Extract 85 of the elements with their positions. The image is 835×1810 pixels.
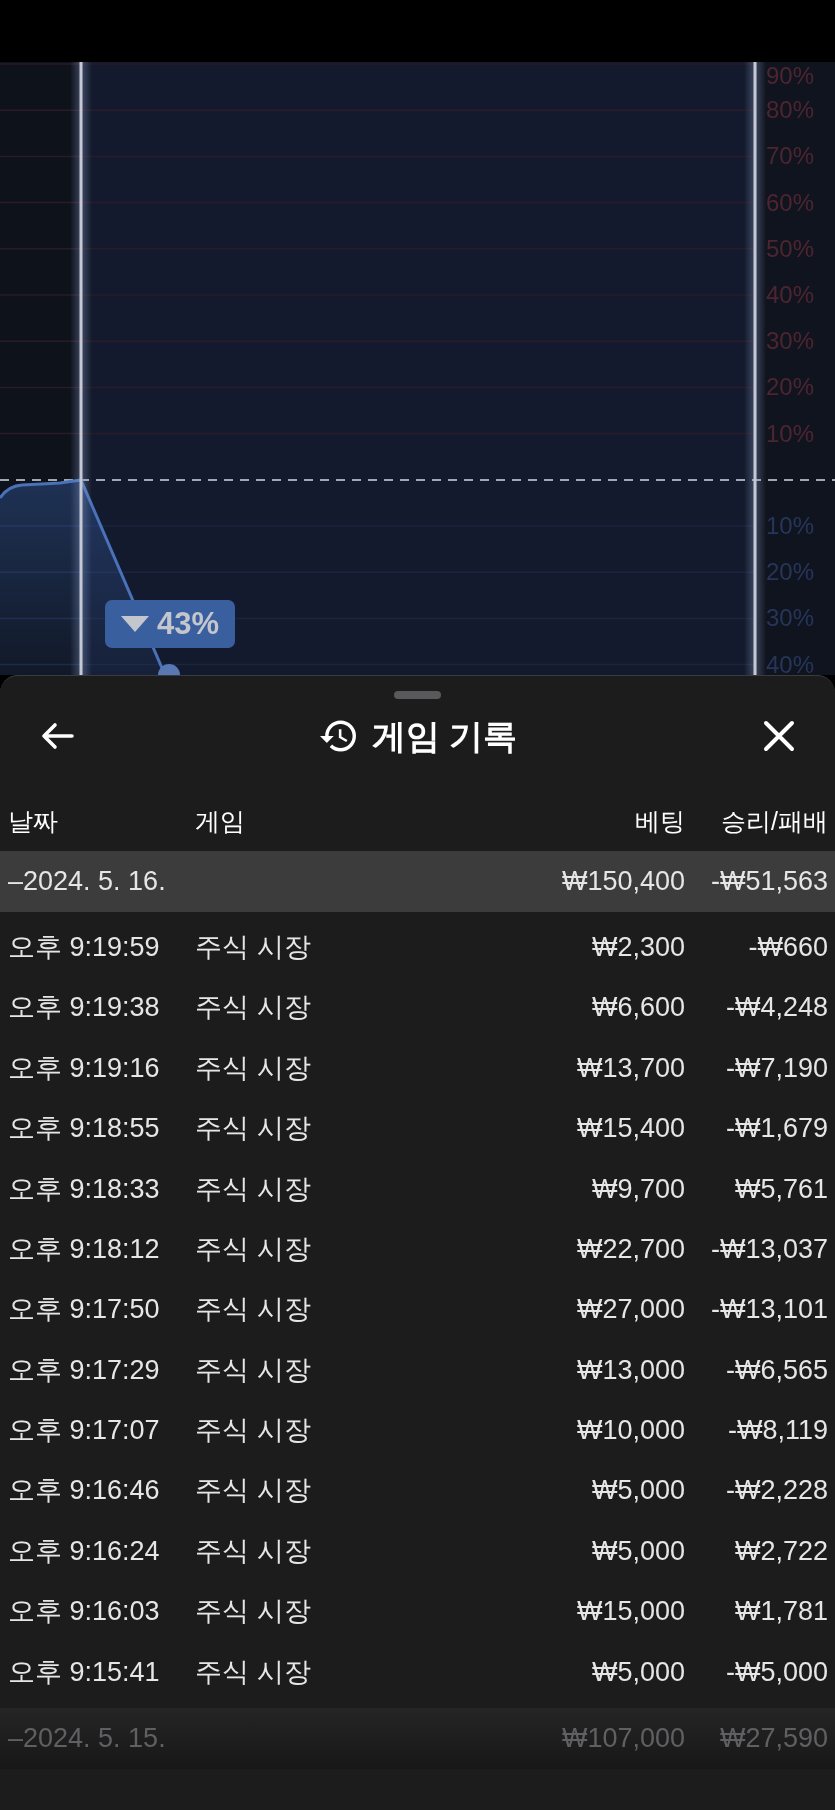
game-cell-text: 주식 시장 — [195, 1232, 311, 1266]
scale-label: 30% — [766, 604, 815, 633]
scale-label: 50% — [766, 234, 815, 263]
back-button[interactable] — [40, 722, 74, 750]
game-cell-text: 주식 시장 — [195, 1051, 311, 1085]
bet-cell-text: ₩15,400 — [576, 1112, 685, 1146]
bet-cell-text: ₩22,700 — [576, 1232, 685, 1266]
game-cell-text: 주식 시장 — [195, 1353, 311, 1387]
scale-label: 20% — [766, 558, 815, 587]
group-result-total: ₩27,590 — [719, 1722, 828, 1756]
result-cell-text: -₩2,228 — [725, 1474, 828, 1508]
game-cell-text: 주식 시장 — [195, 1112, 311, 1146]
time-cell-text: 오후 9:16:03 — [8, 1595, 160, 1629]
time-cell-text: 오후 9:18:12 — [8, 1232, 160, 1266]
column-header[interactable]: 게임 — [195, 803, 245, 841]
result-cell-text: -₩6,565 — [725, 1353, 828, 1387]
bet-cell-text: ₩9,700 — [591, 1172, 685, 1206]
column-header[interactable]: 승리/패배 — [721, 803, 828, 841]
bet-cell-text: ₩13,000 — [576, 1353, 685, 1387]
bet-cell-text: ₩10,000 — [576, 1414, 685, 1448]
bet-cell-text: ₩13,700 — [576, 1051, 685, 1085]
group-date: –2024. 5. 16. — [8, 865, 166, 899]
close-icon — [763, 720, 795, 752]
bet-cell-text: ₩5,000 — [591, 1655, 685, 1689]
scale-label: 80% — [766, 96, 815, 125]
scale-label: 60% — [766, 188, 815, 217]
scale-label: 40% — [766, 650, 815, 675]
result-cell-text: -₩4,248 — [725, 991, 828, 1025]
bet-cell-text: ₩27,000 — [576, 1293, 685, 1327]
result-cell-text: ₩5,761 — [734, 1172, 828, 1206]
scale-label: 70% — [766, 142, 815, 171]
game-cell-text: 주식 시장 — [195, 991, 311, 1025]
game-cell-text: 주식 시장 — [195, 1293, 311, 1327]
change-percent-text: 43% — [156, 604, 219, 643]
scale-label: 30% — [766, 327, 815, 356]
bet-cell-text: ₩5,000 — [591, 1534, 685, 1568]
time-cell-text: 오후 9:18:33 — [8, 1172, 160, 1206]
result-cell-text: ₩2,722 — [734, 1534, 828, 1568]
bet-cell-text: ₩2,300 — [591, 930, 685, 964]
time-cell-text: 오후 9:16:46 — [8, 1474, 160, 1508]
drag-handle[interactable] — [394, 691, 441, 699]
column-header[interactable]: 날짜 — [8, 803, 58, 841]
game-cell-text: 주식 시장 — [195, 1534, 311, 1568]
group-bet-total: ₩150,400 — [561, 865, 685, 899]
down-triangle-icon — [120, 616, 149, 632]
time-cell-text: 오후 9:15:41 — [8, 1655, 160, 1689]
date-group-row[interactable]: –2024. 5. 16. ₩150,400 -₩51,563 — [0, 851, 835, 912]
close-button[interactable] — [763, 720, 795, 752]
bet-cell-text: ₩5,000 — [591, 1474, 685, 1508]
game-cell-text: 주식 시장 — [195, 1595, 311, 1629]
time-cell-text: 오후 9:17:29 — [8, 1353, 160, 1387]
result-cell-text: -₩13,101 — [710, 1293, 828, 1327]
scale-label: 40% — [766, 281, 815, 309]
time-cell-text: 오후 9:19:16 — [8, 1051, 160, 1085]
time-cell-text: 오후 9:17:50 — [8, 1293, 160, 1327]
history-icon — [319, 718, 356, 754]
group-result-total: -₩51,563 — [710, 865, 828, 899]
back-arrow-icon — [40, 722, 74, 750]
time-cell-text: 오후 9:18:55 — [8, 1112, 160, 1146]
scale-label: 10% — [766, 419, 815, 448]
bet-cell-text: ₩6,600 — [591, 991, 685, 1025]
time-cell-text: 오후 9:16:24 — [8, 1534, 160, 1568]
game-cell-text: 주식 시장 — [195, 930, 311, 964]
result-cell-text: -₩13,037 — [710, 1232, 828, 1266]
game-cell-text: 주식 시장 — [195, 1474, 311, 1508]
scale-label: 90% — [766, 62, 815, 90]
sheet-title: 게임 기록 — [371, 715, 518, 757]
time-cell-text: 오후 9:19:59 — [8, 930, 160, 964]
scale-label: 10% — [766, 512, 815, 540]
result-cell-text: -₩8,119 — [727, 1414, 828, 1448]
game-cell-text: 주식 시장 — [195, 1414, 311, 1448]
group-date: –2024. 5. 15. — [8, 1722, 166, 1756]
group-bet-total: ₩107,000 — [561, 1722, 685, 1756]
result-cell-text: -₩7,190 — [725, 1051, 828, 1085]
scale-label: 20% — [766, 373, 815, 402]
column-header[interactable]: 베팅 — [635, 803, 685, 841]
time-cell-text: 오후 9:19:38 — [8, 991, 160, 1025]
time-cell-text: 오후 9:17:07 — [8, 1414, 160, 1448]
result-cell-text: ₩1,781 — [734, 1595, 828, 1629]
game-cell-text: 주식 시장 — [195, 1655, 311, 1689]
result-cell-text: -₩5,000 — [725, 1655, 828, 1689]
result-cell-text: -₩660 — [748, 930, 828, 964]
result-cell-text: -₩1,679 — [725, 1112, 828, 1146]
game-cell-text: 주식 시장 — [195, 1172, 311, 1206]
bet-cell-text: ₩15,000 — [576, 1595, 685, 1629]
